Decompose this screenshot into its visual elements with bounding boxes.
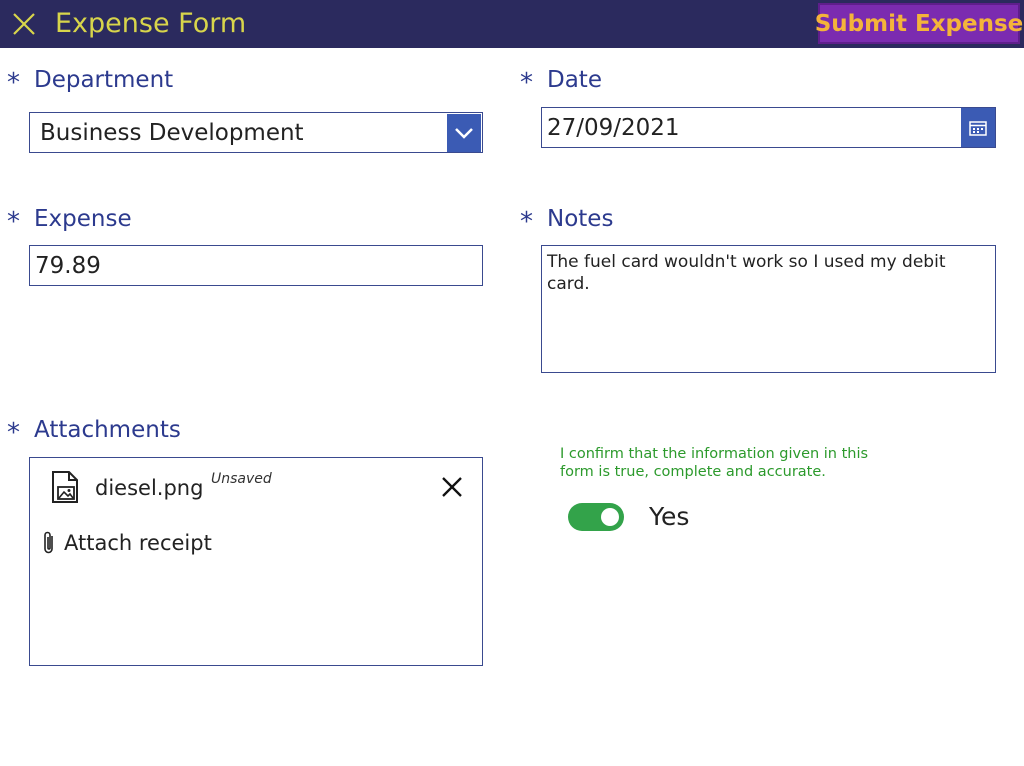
required-marker: * [520, 207, 533, 237]
submit-expense-button[interactable]: Submit Expense [815, 3, 1023, 44]
attachments-label: Attachments [34, 417, 181, 443]
notes-label: Notes [547, 206, 614, 232]
attachments-box: diesel.png Unsaved Attach receipt [29, 457, 483, 666]
department-dropdown[interactable]: Business Development [29, 112, 483, 153]
department-label: Department [34, 67, 174, 93]
confirmation-toggle[interactable] [568, 503, 624, 531]
date-value: 27/09/2021 [547, 115, 680, 141]
dropdown-button[interactable] [447, 114, 481, 152]
date-label: Date [547, 67, 602, 93]
notes-textarea[interactable]: The fuel card wouldn't work so I used my… [541, 245, 996, 373]
required-marker: * [7, 207, 20, 237]
calendar-icon [969, 120, 987, 136]
image-file-icon [52, 471, 78, 503]
attach-receipt-button[interactable]: Attach receipt [64, 530, 212, 556]
list-item [50, 471, 80, 503]
chevron-down-icon [455, 128, 473, 139]
paperclip-icon[interactable] [41, 530, 57, 556]
expense-label: Expense [34, 206, 132, 232]
department-value: Business Development [40, 120, 304, 146]
date-picker[interactable]: 27/09/2021 [541, 107, 996, 148]
attachment-filename[interactable]: diesel.png [95, 475, 203, 501]
close-icon[interactable] [441, 476, 463, 498]
unsaved-status: Unsaved [211, 471, 272, 487]
toggle-label: Yes [649, 502, 690, 531]
expense-input[interactable]: 79.89 [29, 245, 483, 286]
required-marker: * [7, 68, 20, 98]
expense-value: 79.89 [35, 253, 101, 279]
confirmation-text: I confirm that the information given in … [560, 446, 869, 480]
page-title: Expense Form [55, 8, 247, 39]
toggle-knob [601, 508, 619, 526]
required-marker: * [520, 68, 533, 98]
notes-value: The fuel card wouldn't work so I used my… [547, 252, 946, 294]
calendar-button[interactable] [961, 108, 995, 147]
required-marker: * [7, 418, 20, 448]
close-icon[interactable] [10, 10, 38, 38]
